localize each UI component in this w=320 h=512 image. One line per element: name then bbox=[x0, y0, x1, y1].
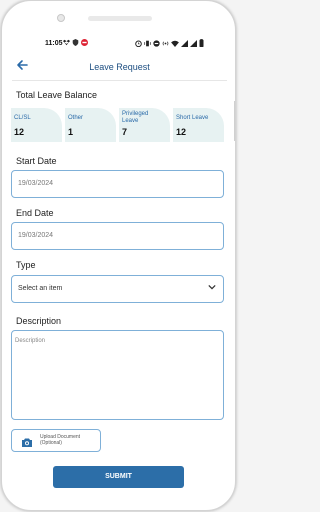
shield-icon bbox=[72, 39, 79, 50]
balance-card-value: 12 bbox=[14, 127, 25, 137]
speaker-grille bbox=[88, 16, 152, 21]
page-title: Leave Request bbox=[89, 62, 150, 72]
battery-icon bbox=[199, 39, 204, 51]
signal-icon bbox=[190, 39, 197, 51]
submit-button[interactable]: SUBMIT bbox=[53, 466, 184, 488]
upload-optional-text: (Optional) bbox=[40, 440, 62, 446]
balance-card-label: CL/SL bbox=[14, 115, 31, 121]
balance-card-cl-sl: CL/SL 12 bbox=[11, 108, 62, 142]
end-date-label: End Date bbox=[16, 208, 54, 218]
camera-icon bbox=[21, 435, 33, 453]
balance-card-privileged: Privileged Leave 7 bbox=[119, 108, 170, 142]
alarm-icon bbox=[135, 40, 142, 51]
start-date-field[interactable]: 19/03/2024 bbox=[11, 170, 224, 198]
record-icon bbox=[81, 39, 88, 50]
start-date-value: 19/03/2024 bbox=[18, 180, 54, 187]
app-bar: Leave Request bbox=[12, 59, 227, 77]
side-button bbox=[234, 101, 235, 141]
description-label: Description bbox=[16, 316, 62, 326]
balance-card-label: Other bbox=[68, 115, 84, 121]
vibrate-icon bbox=[144, 40, 151, 51]
start-date-label: Start Date bbox=[16, 156, 57, 166]
end-date-field[interactable]: 19/03/2024 bbox=[11, 222, 224, 250]
description-placeholder: Description bbox=[15, 338, 46, 344]
balance-card-value: 12 bbox=[176, 127, 187, 137]
description-textarea[interactable]: Description bbox=[11, 330, 224, 420]
balance-card-other: Other 1 bbox=[65, 108, 116, 142]
end-date-value: 19/03/2024 bbox=[18, 232, 54, 239]
type-select-value: Select an item bbox=[18, 285, 63, 292]
camera-icon bbox=[57, 14, 65, 22]
balance-card-short-leave: Short Leave 12 bbox=[173, 108, 224, 142]
balance-card-label: Short Leave bbox=[176, 115, 209, 121]
balance-card-label: Privileged Leave bbox=[122, 111, 149, 124]
signal-icon bbox=[181, 39, 188, 51]
status-time: 11:05 bbox=[45, 40, 63, 47]
dnd-icon bbox=[153, 39, 160, 51]
leave-balance-heading: Total Leave Balance bbox=[16, 90, 98, 100]
dropbox-icon bbox=[63, 39, 70, 50]
divider bbox=[12, 80, 227, 81]
chevron-down-icon bbox=[208, 283, 216, 293]
status-bar: 11:05 bbox=[36, 39, 212, 51]
type-label: Type bbox=[16, 260, 36, 270]
type-select[interactable]: Select an item bbox=[11, 275, 224, 303]
balance-card-value: 7 bbox=[122, 127, 128, 137]
upload-document-button[interactable]: Upload Document (Optional) bbox=[11, 429, 101, 452]
upload-document-label: Upload Document (Optional) bbox=[40, 434, 80, 446]
leave-balance-cards: CL/SL 12 Other 1 Privileged Leave 7 Shor… bbox=[11, 108, 224, 142]
balance-card-value: 1 bbox=[68, 127, 74, 137]
wifi-icon bbox=[171, 40, 179, 51]
hotspot-icon bbox=[162, 40, 169, 51]
